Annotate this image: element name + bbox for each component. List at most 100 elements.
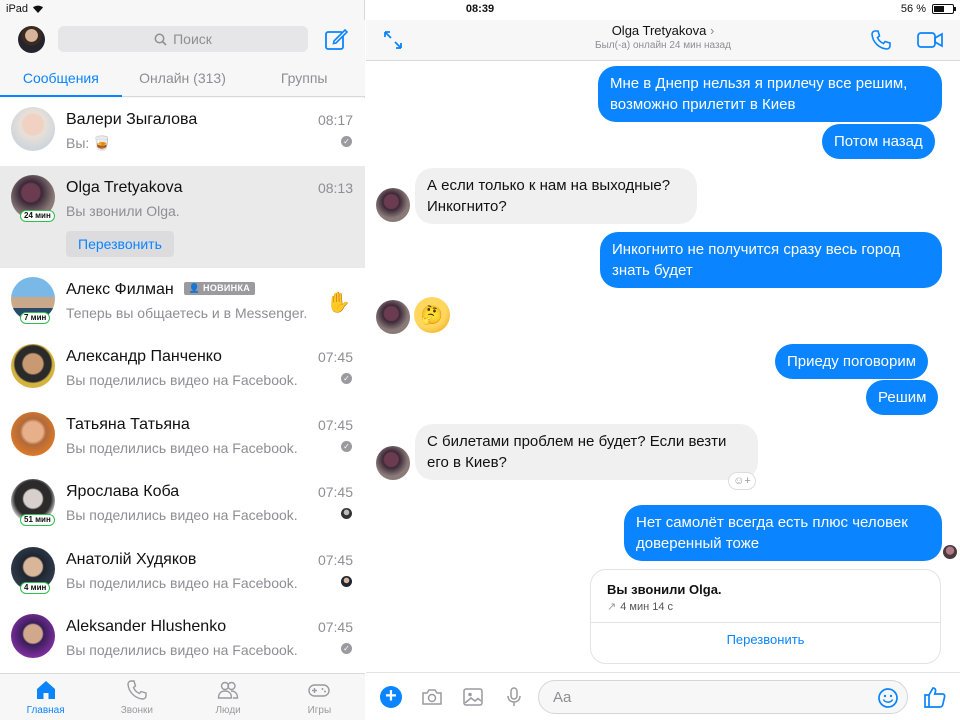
battery-level	[934, 6, 945, 12]
compose-icon[interactable]	[323, 26, 349, 52]
conversation-name: Татьяна Татьяна	[66, 415, 190, 433]
gamepad-icon	[308, 684, 331, 697]
tab-label: Звонки	[120, 705, 154, 716]
conversation-name-text: Алекс Филман	[66, 280, 174, 298]
conversation-item[interactable]: Валери Зыгалова 08:17 Вы: 🥃 ✓	[0, 98, 365, 166]
conversation-name: Анатолій Худяков	[66, 550, 197, 568]
contact-avatar	[376, 446, 410, 480]
conversation-time: 07:45	[317, 551, 353, 568]
missed-call-card: Вы звонили Olga. ↗ 4 мин 14 с Перезвонить	[590, 569, 941, 664]
tab-label: Люди	[215, 705, 241, 716]
status-bar: iPad 08:39 56 %	[0, 0, 960, 20]
photo-icon[interactable]	[461, 685, 485, 709]
tab-people[interactable]: Люди	[183, 674, 274, 720]
avatar	[11, 411, 55, 456]
conversation-name: Olga Tretyakova	[66, 178, 183, 196]
chevron-right-icon: ›	[709, 23, 715, 38]
add-reaction-button[interactable]: ☺+	[728, 472, 756, 490]
battery-icon	[932, 4, 956, 14]
conversation-name: Ярослава Коба	[66, 483, 180, 500]
conversation-preview: Вы звонили Olga.	[66, 202, 180, 219]
conversation-name: Алекс Филман 👤 НОВИНКА	[66, 280, 256, 299]
tab-home[interactable]: Главная	[0, 674, 91, 720]
conversation-time: 07:45	[317, 416, 353, 433]
conversation-preview: Вы поделились видео на Facebook.	[66, 642, 298, 658]
status-right: 56 %	[900, 3, 956, 15]
conversation-time: 07:45	[317, 349, 353, 365]
search-placeholder: Поиск	[173, 31, 212, 47]
message-outgoing[interactable]: Потом назад	[822, 124, 935, 159]
sent-check-icon: ✓	[341, 643, 352, 654]
conversation-list-panel: Поиск Сообщения Онлайн (313) Группы Вале…	[0, 0, 365, 720]
contact-avatar	[376, 300, 410, 334]
sent-check-icon: ✓	[341, 373, 352, 384]
tab-messages[interactable]: Сообщения	[0, 66, 122, 97]
search-icon	[154, 33, 167, 46]
emoji-text: 🤔	[420, 305, 444, 325]
sent-check-icon: ✓	[341, 440, 352, 452]
message-composer: +	[366, 672, 960, 720]
outgoing-call-arrow-icon: ↗	[607, 601, 617, 613]
seen-by-avatar	[943, 545, 957, 559]
tab-games[interactable]: Игры	[274, 674, 365, 720]
conversation-time: 07:45	[317, 619, 353, 635]
camera-icon[interactable]	[420, 685, 444, 709]
chat-title-text: Olga Tretyakova	[611, 23, 707, 38]
conversation-preview: Вы поделились видео на Facebook.	[66, 574, 298, 591]
wave-hand-icon[interactable]: ✋	[326, 290, 351, 315]
conversation-preview: Теперь вы общаетесь и в Messenger.	[66, 304, 308, 321]
active-time-badge: 51 мин	[20, 514, 55, 526]
conversation-time: 07:45	[317, 484, 353, 500]
message-incoming[interactable]: А если только к нам на выходные? Инкогни…	[415, 168, 697, 224]
conversation-item[interactable]: Aleksander Hlushenko 07:45 Вы поделились…	[0, 605, 365, 673]
bottom-tab-bar: Главная Звонки Люди Игры	[0, 673, 365, 720]
conversation-preview: Вы: 🥃	[66, 135, 111, 151]
battery-percent: 56 %	[900, 3, 926, 15]
conversation-item[interactable]: 7 мин Алекс Филман 👤 НОВИНКА Теперь вы об…	[0, 267, 365, 335]
tab-label: Игры	[307, 705, 332, 716]
phone-call-icon[interactable]	[869, 28, 893, 52]
call-duration: ↗ 4 мин 14 с	[607, 600, 673, 613]
conversation-item[interactable]: Александр Панченко 07:45 Вы поделились в…	[0, 335, 365, 403]
phone-icon	[127, 680, 147, 700]
thumbs-up-icon[interactable]	[922, 684, 948, 710]
conversation-time: 08:13	[317, 179, 353, 196]
tab-online[interactable]: Онлайн (313)	[122, 66, 244, 97]
microphone-icon[interactable]	[502, 685, 526, 709]
conversation-item-selected[interactable]: 24 мин Olga Tretyakova 08:13 Вы звонили …	[0, 165, 365, 268]
message-outgoing[interactable]: Решим	[866, 380, 939, 415]
profile-avatar[interactable]	[18, 26, 45, 53]
video-call-icon[interactable]	[916, 29, 944, 51]
message-incoming[interactable]: С билетами проблем не будет? Если везти …	[415, 424, 758, 480]
message-input[interactable]	[553, 689, 853, 706]
conversation-item[interactable]: Татьяна Татьяна 07:45 Вы поделились виде…	[0, 402, 365, 470]
conversation-time: 08:17	[317, 112, 353, 128]
conversation-list: Валери Зыгалова 08:17 Вы: 🥃 ✓ 24 мин Olg…	[0, 98, 365, 673]
message-outgoing[interactable]: Нет самолёт всегда есть плюс человек дов…	[624, 505, 942, 561]
call-duration-text: 4 мин 14 с	[620, 601, 674, 613]
conversation-name: Валери Зыгалова	[66, 111, 198, 128]
emoji-icon[interactable]	[877, 687, 899, 709]
message-outgoing[interactable]: Инкогнито не получится сразу весь город …	[600, 232, 942, 288]
tab-groups[interactable]: Группы	[243, 66, 365, 97]
plus-icon[interactable]: +	[380, 686, 402, 708]
tab-calls[interactable]: Звонки	[91, 674, 182, 720]
new-badge-label: НОВИНКА	[203, 282, 251, 293]
search-input[interactable]: Поиск	[58, 26, 308, 52]
call-back-button[interactable]: Перезвонить	[66, 230, 174, 257]
tab-label: Главная	[26, 705, 65, 716]
active-time-badge: 7 мин	[20, 311, 51, 324]
avatar	[11, 614, 55, 658]
chat-header: Olga Tretyakova › Был(-а) онлайн 24 мин …	[366, 20, 960, 61]
message-outgoing[interactable]: Приеду поговорим	[775, 344, 929, 379]
seen-avatar	[341, 575, 352, 587]
message-input-box[interactable]	[538, 680, 908, 714]
conversation-tabs: Сообщения Онлайн (313) Группы	[0, 66, 365, 97]
thinking-emoji-message[interactable]: 🤔	[414, 297, 450, 333]
conversation-item[interactable]: 4 мин Анатолій Худяков 07:45 Вы поделили…	[0, 537, 365, 605]
conversation-item[interactable]: 51 мин Ярослава Коба 07:45 Вы поделились…	[0, 470, 365, 538]
conversation-name: Aleksander Hlushenko	[66, 618, 227, 635]
call-back-button[interactable]: Перезвонить	[591, 632, 940, 647]
message-outgoing[interactable]: Мне в Днепр нельзя я прилечу все решим, …	[598, 66, 942, 122]
seen-avatar	[341, 508, 352, 519]
